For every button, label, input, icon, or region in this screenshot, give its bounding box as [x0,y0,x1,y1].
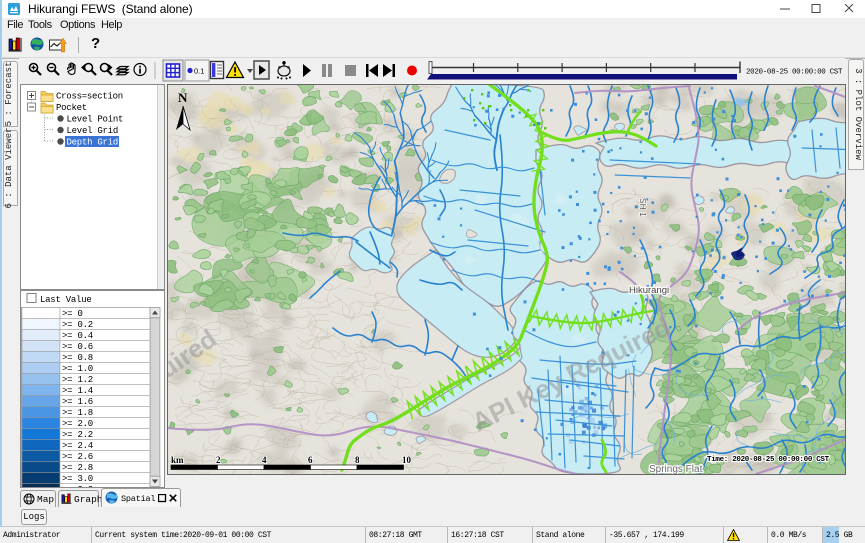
svg-text:>= 2.8: >= 2.8 [62,463,93,473]
svg-text:>= 2.4: >= 2.4 [62,441,93,451]
svg-text:>= 1.8: >= 1.8 [62,408,93,418]
svg-text:>= 2.0: >= 2.0 [62,419,93,429]
svg-text:>= 0.6: >= 0.6 [62,342,93,352]
svg-text:4: 4 [262,455,267,465]
svg-text:Springs Flat: Springs Flat [649,464,703,474]
svg-text:>= 1.6: >= 1.6 [62,397,93,407]
svg-text:8: 8 [355,455,360,465]
svg-text:Pocket: Pocket [56,103,87,113]
svg-text:2020-08-25 00:00:00 CST: 2020-08-25 00:00:00 CST [746,69,843,77]
svg-text:2: 2 [216,455,221,465]
svg-text:0.1: 0.1 [194,67,204,76]
svg-text:Cross=section: Cross=section [56,92,123,102]
svg-text:>= 1.0: >= 1.0 [62,364,93,374]
svg-text:km: km [171,455,184,465]
svg-text:>= 0.4: >= 0.4 [62,331,93,341]
svg-text:Last Value: Last Value [40,295,92,305]
svg-text:>= 3.0: >= 3.0 [62,474,93,484]
svg-text:Depth Grid: Depth Grid [67,138,119,148]
svg-text:SH 1: SH 1 [638,198,648,217]
svg-text:>= 2.6: >= 2.6 [62,452,93,462]
svg-text:>= 0: >= 0 [62,309,83,319]
svg-text:>= 1.4: >= 1.4 [62,386,93,396]
svg-text:6: 6 [308,455,313,465]
svg-text:Level Point: Level Point [67,115,124,125]
svg-text:>= 0.2: >= 0.2 [62,320,93,330]
svg-text:Level Grid: Level Grid [67,126,119,136]
svg-text:Hikurangi: Hikurangi [629,285,669,296]
svg-text:Time: 2020-08-25 00:00:00 CST: Time: 2020-08-25 00:00:00 CST [707,456,830,464]
svg-text:N: N [178,90,188,105]
svg-text:>= 0.8: >= 0.8 [62,353,93,363]
svg-text:>= 1.2: >= 1.2 [62,375,93,385]
svg-text:>= 2.2: >= 2.2 [62,430,93,440]
svg-text:10: 10 [402,455,412,465]
svg-text:>= 3.2: >= 3.2 [62,485,93,487]
